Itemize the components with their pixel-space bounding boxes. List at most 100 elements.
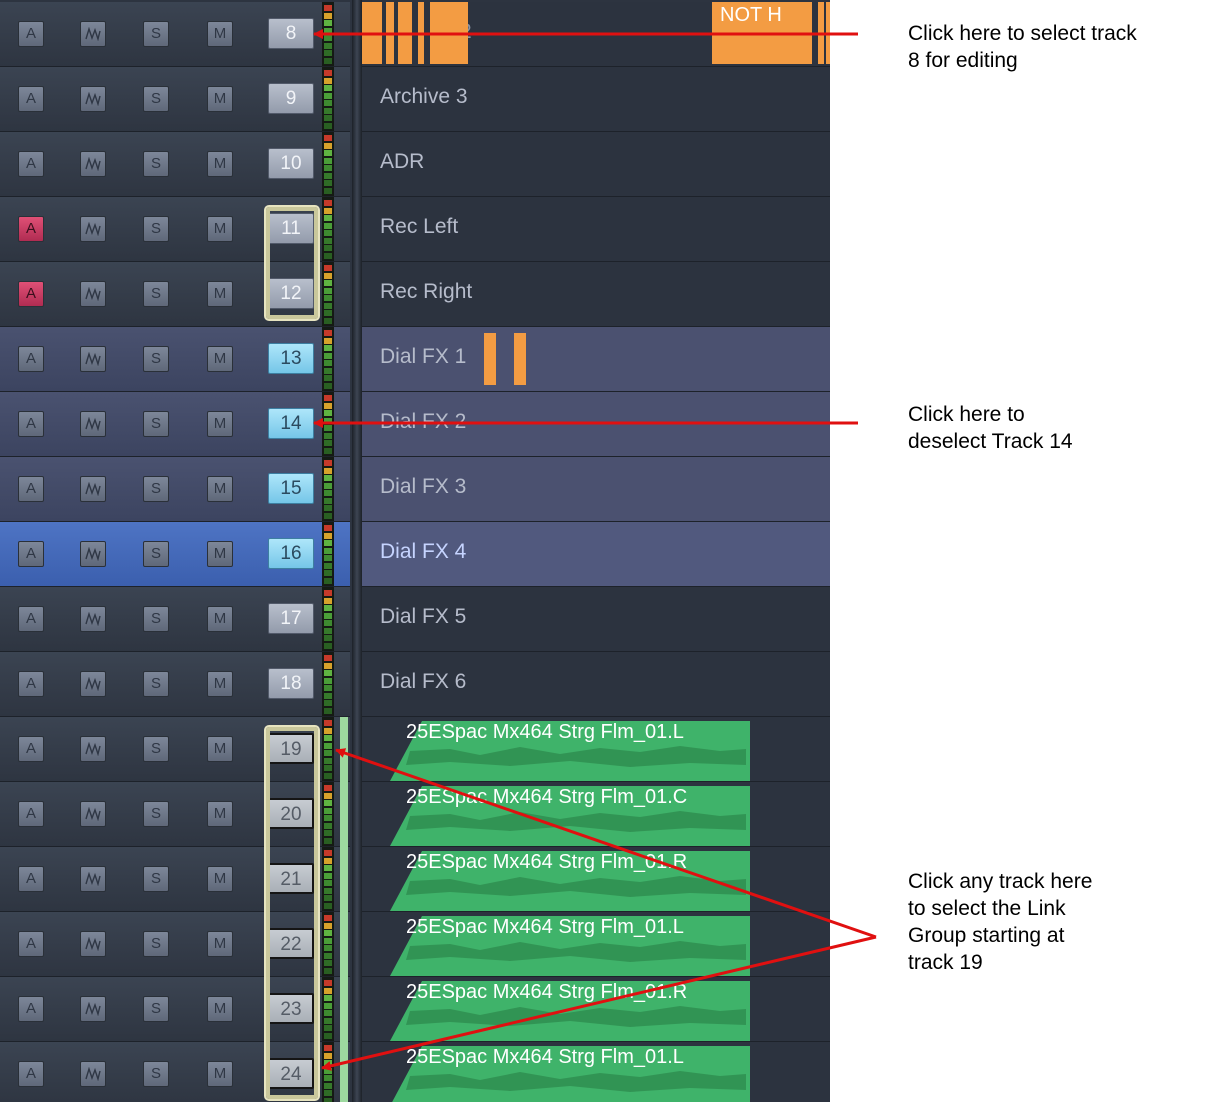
track-number-button[interactable]: 18 bbox=[268, 668, 314, 699]
track-lane[interactable]: Dial FX 1 bbox=[362, 327, 830, 392]
track-lane[interactable]: 25ESpac Mx464 Strg Flm_01.R bbox=[362, 847, 830, 912]
record-arm-button[interactable]: A bbox=[18, 346, 44, 372]
track-lane[interactable]: Dial FX 5 bbox=[362, 587, 830, 652]
waveform-toggle-button[interactable] bbox=[80, 86, 106, 112]
solo-button[interactable]: S bbox=[143, 801, 169, 827]
waveform-toggle-button[interactable] bbox=[80, 671, 106, 697]
track-lane[interactable]: 2NOT H bbox=[362, 2, 830, 67]
solo-button[interactable]: S bbox=[143, 216, 169, 242]
waveform-toggle-button[interactable] bbox=[80, 476, 106, 502]
mute-button[interactable]: M bbox=[207, 86, 233, 112]
record-arm-button[interactable]: A bbox=[18, 216, 44, 242]
audio-clip[interactable]: NOT H bbox=[712, 2, 812, 64]
record-arm-button[interactable]: A bbox=[18, 411, 44, 437]
mute-button[interactable]: M bbox=[207, 996, 233, 1022]
track-number-button[interactable]: 14 bbox=[268, 408, 314, 439]
record-arm-button[interactable]: A bbox=[18, 1061, 44, 1087]
solo-button[interactable]: S bbox=[143, 541, 169, 567]
record-arm-button[interactable]: A bbox=[18, 86, 44, 112]
mute-button[interactable]: M bbox=[207, 21, 233, 47]
track-lane[interactable]: 25ESpac Mx464 Strg Flm_01.L bbox=[362, 1042, 830, 1102]
mute-button[interactable]: M bbox=[207, 216, 233, 242]
audio-clip[interactable]: 25ESpac Mx464 Strg Flm_01.C bbox=[390, 786, 750, 846]
track-number-button[interactable]: 17 bbox=[268, 603, 314, 634]
record-arm-button[interactable]: A bbox=[18, 151, 44, 177]
track-number-button[interactable]: 13 bbox=[268, 343, 314, 374]
track-lane[interactable]: ADR bbox=[362, 132, 830, 197]
audio-clip[interactable]: 25ESpac Mx464 Strg Flm_01.L bbox=[390, 1046, 750, 1102]
solo-button[interactable]: S bbox=[143, 736, 169, 762]
record-arm-button[interactable]: A bbox=[18, 671, 44, 697]
waveform-toggle-button[interactable] bbox=[80, 346, 106, 372]
solo-button[interactable]: S bbox=[143, 1061, 169, 1087]
track-number-button[interactable]: 15 bbox=[268, 473, 314, 504]
solo-button[interactable]: S bbox=[143, 931, 169, 957]
track-lane[interactable]: Dial FX 6 bbox=[362, 652, 830, 717]
mute-button[interactable]: M bbox=[207, 931, 233, 957]
mute-button[interactable]: M bbox=[207, 606, 233, 632]
mute-button[interactable]: M bbox=[207, 801, 233, 827]
record-arm-button[interactable]: A bbox=[18, 21, 44, 47]
track-lane[interactable]: 25ESpac Mx464 Strg Flm_01.R bbox=[362, 977, 830, 1042]
waveform-toggle-button[interactable] bbox=[80, 21, 106, 47]
waveform-toggle-button[interactable] bbox=[80, 1061, 106, 1087]
solo-button[interactable]: S bbox=[143, 346, 169, 372]
waveform-toggle-button[interactable] bbox=[80, 541, 106, 567]
mute-button[interactable]: M bbox=[207, 411, 233, 437]
solo-button[interactable]: S bbox=[143, 21, 169, 47]
track-lane[interactable]: Dial FX 2 bbox=[362, 392, 830, 457]
solo-button[interactable]: S bbox=[143, 606, 169, 632]
audio-clip[interactable]: 25ESpac Mx464 Strg Flm_01.R bbox=[390, 981, 750, 1041]
mute-button[interactable]: M bbox=[207, 476, 233, 502]
record-arm-button[interactable]: A bbox=[18, 996, 44, 1022]
waveform-toggle-button[interactable] bbox=[80, 996, 106, 1022]
mute-button[interactable]: M bbox=[207, 671, 233, 697]
solo-button[interactable]: S bbox=[143, 411, 169, 437]
audio-clip[interactable] bbox=[818, 2, 824, 64]
audio-clip[interactable] bbox=[514, 333, 526, 385]
solo-button[interactable]: S bbox=[143, 281, 169, 307]
solo-button[interactable]: S bbox=[143, 86, 169, 112]
track-lane[interactable]: 25ESpac Mx464 Strg Flm_01.C bbox=[362, 782, 830, 847]
record-arm-button[interactable]: A bbox=[18, 736, 44, 762]
waveform-toggle-button[interactable] bbox=[80, 216, 106, 242]
panel-divider[interactable] bbox=[352, 0, 362, 1102]
record-arm-button[interactable]: A bbox=[18, 281, 44, 307]
solo-button[interactable]: S bbox=[143, 866, 169, 892]
audio-clip[interactable]: 25ESpac Mx464 Strg Flm_01.L bbox=[390, 721, 750, 781]
audio-clip[interactable] bbox=[386, 2, 394, 64]
mute-button[interactable]: M bbox=[207, 1061, 233, 1087]
waveform-toggle-button[interactable] bbox=[80, 606, 106, 632]
audio-clip[interactable] bbox=[430, 2, 468, 64]
audio-clip[interactable] bbox=[362, 2, 382, 64]
record-arm-button[interactable]: A bbox=[18, 476, 44, 502]
waveform-toggle-button[interactable] bbox=[80, 931, 106, 957]
record-arm-button[interactable]: A bbox=[18, 931, 44, 957]
waveform-toggle-button[interactable] bbox=[80, 736, 106, 762]
solo-button[interactable]: S bbox=[143, 151, 169, 177]
waveform-toggle-button[interactable] bbox=[80, 411, 106, 437]
track-lane[interactable]: Dial FX 3 bbox=[362, 457, 830, 522]
audio-clip[interactable] bbox=[484, 333, 496, 385]
mute-button[interactable]: M bbox=[207, 541, 233, 567]
audio-clip[interactable]: 25ESpac Mx464 Strg Flm_01.L bbox=[390, 916, 750, 976]
waveform-toggle-button[interactable] bbox=[80, 281, 106, 307]
solo-button[interactable]: S bbox=[143, 996, 169, 1022]
audio-clip[interactable]: 25ESpac Mx464 Strg Flm_01.R bbox=[390, 851, 750, 911]
record-arm-button[interactable]: A bbox=[18, 866, 44, 892]
record-arm-button[interactable]: A bbox=[18, 606, 44, 632]
track-lane[interactable]: Archive 3 bbox=[362, 67, 830, 132]
waveform-toggle-button[interactable] bbox=[80, 801, 106, 827]
track-lane[interactable]: Rec Left bbox=[362, 197, 830, 262]
audio-clip[interactable] bbox=[826, 2, 830, 64]
waveform-toggle-button[interactable] bbox=[80, 151, 106, 177]
track-lane[interactable]: Dial FX 4 bbox=[362, 522, 830, 587]
audio-clip[interactable] bbox=[398, 2, 412, 64]
mute-button[interactable]: M bbox=[207, 736, 233, 762]
mute-button[interactable]: M bbox=[207, 151, 233, 177]
record-arm-button[interactable]: A bbox=[18, 541, 44, 567]
track-number-button[interactable]: 9 bbox=[268, 83, 314, 114]
track-number-button[interactable]: 10 bbox=[268, 148, 314, 179]
track-lane[interactable]: 25ESpac Mx464 Strg Flm_01.L bbox=[362, 717, 830, 782]
track-lane[interactable]: Rec Right bbox=[362, 262, 830, 327]
